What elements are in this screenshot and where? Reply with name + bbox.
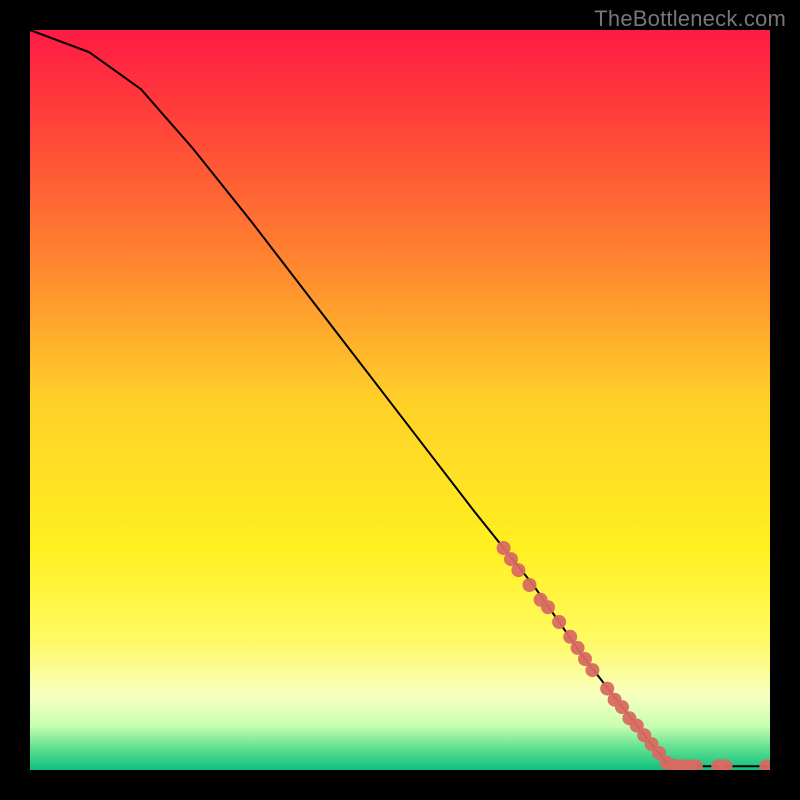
watermark-text: TheBottleneck.com (594, 6, 786, 32)
chart-svg (30, 30, 770, 770)
chart-point (511, 563, 525, 577)
chart-point (585, 663, 599, 677)
chart-background (30, 30, 770, 770)
chart-plot-area (30, 30, 770, 770)
chart-point (523, 578, 537, 592)
chart-point (552, 615, 566, 629)
chart-point (541, 600, 555, 614)
